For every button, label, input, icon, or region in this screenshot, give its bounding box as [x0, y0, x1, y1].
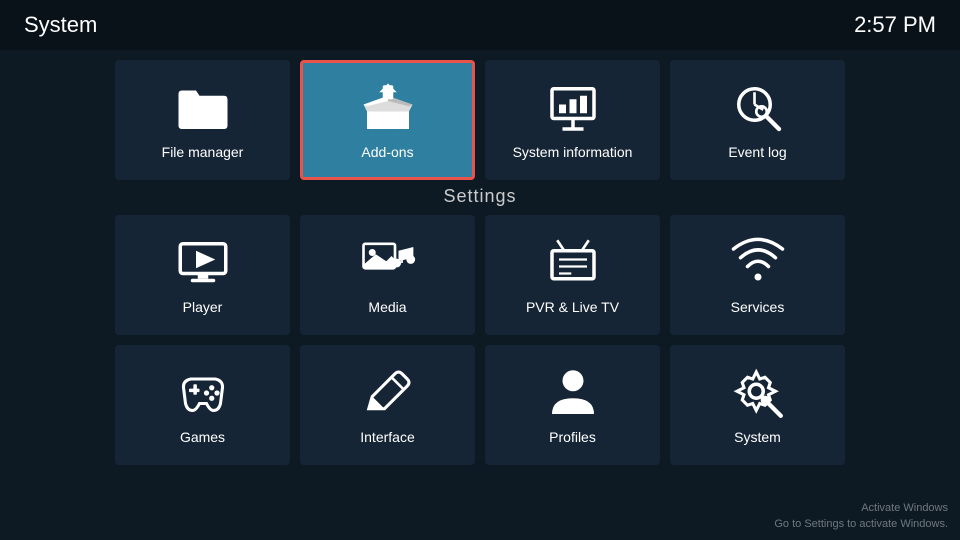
settings-row-2: Games Interface	[115, 345, 845, 465]
player-icon	[175, 235, 231, 291]
tile-file-manager[interactable]: File manager	[115, 60, 290, 180]
event-log-icon	[730, 80, 786, 136]
games-icon	[175, 365, 231, 421]
services-label: Services	[731, 299, 785, 315]
interface-label: Interface	[360, 429, 414, 445]
profiles-icon	[545, 365, 601, 421]
tile-profiles[interactable]: Profiles	[485, 345, 660, 465]
file-manager-label: File manager	[162, 144, 244, 160]
file-manager-icon	[175, 80, 231, 136]
profiles-label: Profiles	[549, 429, 596, 445]
watermark-line1: Activate Windows	[774, 501, 948, 516]
watermark-line2: Go to Settings to activate Windows.	[774, 517, 948, 532]
top-row: File manager A	[115, 60, 845, 180]
add-ons-label: Add-ons	[361, 144, 413, 160]
system-information-icon	[545, 80, 601, 136]
system-label: System	[734, 429, 781, 445]
tile-add-ons[interactable]: Add-ons	[300, 60, 475, 180]
tile-system[interactable]: System	[670, 345, 845, 465]
clock: 2:57 PM	[854, 12, 936, 38]
tile-media[interactable]: Media	[300, 215, 475, 335]
system-information-label: System information	[513, 144, 633, 160]
games-label: Games	[180, 429, 225, 445]
pvr-live-tv-label: PVR & Live TV	[526, 299, 619, 315]
tile-pvr-live-tv[interactable]: PVR & Live TV	[485, 215, 660, 335]
media-label: Media	[368, 299, 406, 315]
media-icon	[360, 235, 416, 291]
tile-games[interactable]: Games	[115, 345, 290, 465]
tile-player[interactable]: Player	[115, 215, 290, 335]
tile-interface[interactable]: Interface	[300, 345, 475, 465]
header: System 2:57 PM	[0, 0, 960, 50]
services-icon	[730, 235, 786, 291]
interface-icon	[360, 365, 416, 421]
settings-row-1: Player Media	[115, 215, 845, 335]
system-icon	[730, 365, 786, 421]
event-log-label: Event log	[728, 144, 786, 160]
tile-event-log[interactable]: Event log	[670, 60, 845, 180]
pvr-live-tv-icon	[545, 235, 601, 291]
tile-system-information[interactable]: System information	[485, 60, 660, 180]
main-content: File manager A	[0, 50, 960, 540]
add-ons-icon	[360, 80, 416, 136]
tile-services[interactable]: Services	[670, 215, 845, 335]
app-title: System	[24, 12, 97, 38]
player-label: Player	[183, 299, 223, 315]
windows-watermark: Activate Windows Go to Settings to activ…	[774, 501, 948, 532]
settings-label: Settings	[443, 186, 516, 207]
